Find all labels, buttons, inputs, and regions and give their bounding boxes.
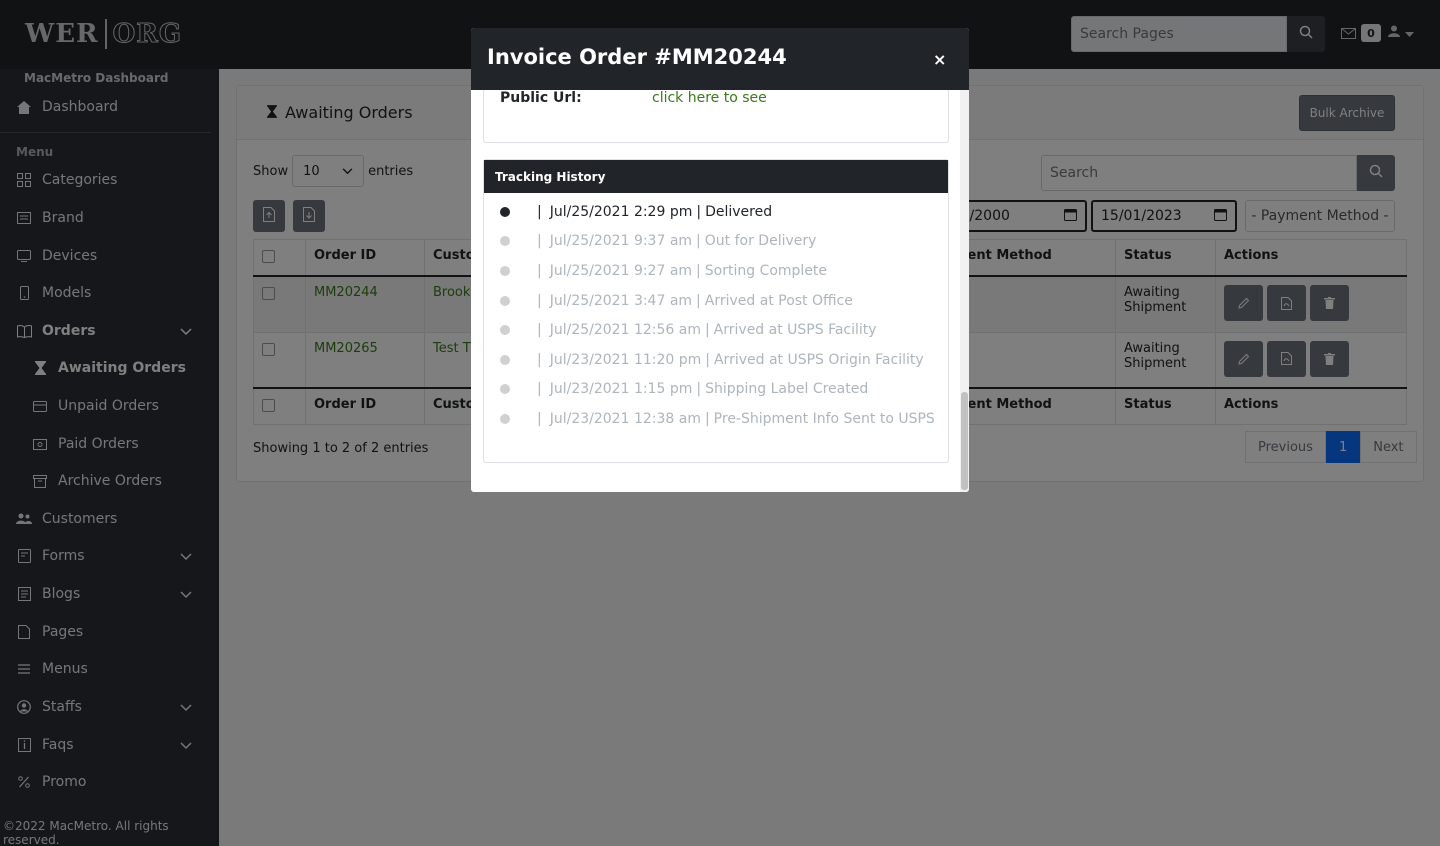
tracking-time: Jul/23/2021 11:20 pm <box>549 352 702 368</box>
tracking-separator: | <box>537 293 542 309</box>
public-url-label: Public Url: <box>500 90 582 106</box>
tracking-event: | Jul/23/2021 1:15 pm | Shipping Label C… <box>500 379 868 399</box>
timeline-dot-icon <box>500 384 510 394</box>
tracking-history-title: Tracking History <box>484 160 948 193</box>
tracking-status: Pre-Shipment Info Sent to USPS <box>713 411 935 427</box>
timeline-dot-icon <box>500 414 510 424</box>
tracking-status: Sorting Complete <box>704 263 828 279</box>
timeline-dot-icon <box>500 266 510 276</box>
timeline-dot-icon <box>500 207 510 217</box>
tracking-history-card: Tracking History | Jul/25/2021 2:29 pm |… <box>483 159 949 463</box>
tracking-event: | Jul/25/2021 9:37 am | Out for Delivery <box>500 231 816 251</box>
timeline-dot-icon <box>500 236 510 246</box>
tracking-event: | Jul/25/2021 9:27 am | Sorting Complete <box>500 261 827 281</box>
public-url-box: Public Url: click here to see <box>483 90 949 143</box>
tracking-event: | Jul/23/2021 11:20 pm | Arrived at USPS… <box>500 350 924 370</box>
modal-scrollbar-thumb[interactable] <box>961 392 968 490</box>
tracking-time: Jul/25/2021 9:37 am <box>549 233 693 249</box>
public-url-link[interactable]: click here to see <box>652 90 767 106</box>
tracking-separator: | <box>537 263 542 279</box>
tracking-separator: | <box>537 352 542 368</box>
modal-header: Invoice Order #MM20244 × <box>471 28 969 90</box>
timeline-dot-icon <box>500 355 510 365</box>
tracking-event: | Jul/25/2021 3:47 am | Arrived at Post … <box>500 291 853 311</box>
tracking-status: Delivered <box>705 204 773 220</box>
tracking-time: Jul/25/2021 9:27 am <box>549 263 693 279</box>
tracking-time: Jul/23/2021 1:15 pm <box>549 381 693 397</box>
tracking-event: | Jul/23/2021 12:38 am | Pre-Shipment In… <box>500 409 935 429</box>
close-icon[interactable]: × <box>933 50 946 69</box>
timeline-dot-icon <box>500 296 510 306</box>
tracking-event: | Jul/25/2021 12:56 am | Arrived at USPS… <box>500 320 877 340</box>
tracking-status: Arrived at Post Office <box>704 293 853 309</box>
tracking-status: Out for Delivery <box>704 233 817 249</box>
tracking-event: | Jul/25/2021 2:29 pm | Delivered <box>500 202 772 222</box>
tracking-time: Jul/25/2021 3:47 am <box>549 293 693 309</box>
tracking-time: Jul/25/2021 2:29 pm <box>549 204 693 220</box>
tracking-separator: | <box>537 204 542 220</box>
tracking-time: Jul/23/2021 12:38 am <box>549 411 701 427</box>
tracking-status: Shipping Label Created <box>705 381 869 397</box>
tracking-time: Jul/25/2021 12:56 am <box>549 322 701 338</box>
tracking-separator: | <box>537 233 542 249</box>
modal-title: Invoice Order #MM20244 <box>487 45 787 69</box>
tracking-status: Arrived at USPS Facility <box>713 322 877 338</box>
tracking-separator: | <box>537 411 542 427</box>
timeline-dot-icon <box>500 325 510 335</box>
tracking-status: Arrived at USPS Origin Facility <box>713 352 924 368</box>
invoice-modal: Invoice Order #MM20244 × Public Url: cli… <box>471 28 969 492</box>
tracking-separator: | <box>537 381 542 397</box>
tracking-separator: | <box>537 322 542 338</box>
